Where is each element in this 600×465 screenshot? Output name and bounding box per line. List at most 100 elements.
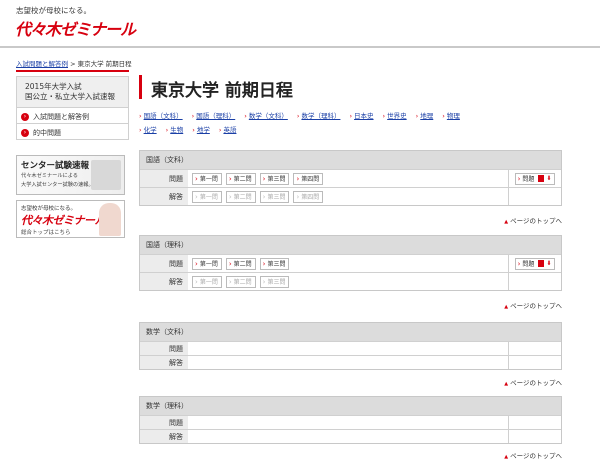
answer-row: 解答 — [140, 429, 561, 443]
problem-button[interactable]: 第四問 — [293, 172, 324, 185]
answer-buttons — [188, 430, 509, 443]
subject-link[interactable]: 世界史 — [383, 109, 407, 123]
subject-link[interactable]: 国語（理科） — [192, 109, 235, 123]
problem-buttons — [188, 416, 509, 429]
arrow-circle-icon: › — [21, 129, 29, 137]
subject-link[interactable]: 国語（文科） — [139, 109, 183, 123]
answer-buttons: 第一問 第二問 第三問 第四問 — [188, 188, 509, 205]
problem-pdf-cell — [509, 342, 561, 355]
section-sugaku-rika: 数学（理科） 問題 解答 — [139, 396, 562, 444]
subject-link[interactable]: 英語 — [219, 123, 236, 137]
problem-row: 問題 第一問 第二問 第三問 第四問 問題 ⬇ — [140, 169, 561, 187]
subject-link[interactable]: 生物 — [166, 123, 183, 137]
problem-row: 問題 — [140, 415, 561, 429]
page-top-link[interactable]: ページのトップへ — [504, 215, 562, 225]
sidebar-item-label: 的中問題 — [33, 129, 61, 137]
subject-link[interactable]: 物理 — [442, 109, 460, 123]
yozemi-top-banner[interactable]: 志望校が母校になる。 代々木ゼミナール 総合トップはこちら — [16, 200, 125, 238]
site-header: 志望校が母校になる。 代々木ゼミナール — [0, 0, 600, 40]
row-label: 問題 — [140, 170, 188, 187]
answer-row: 解答 — [140, 355, 561, 369]
sidebar-heading-line1: 2015年大学入試 — [25, 82, 82, 91]
problem-button[interactable]: 第二問 — [225, 172, 256, 185]
breadcrumb-link[interactable]: 入試問題と解答例 — [16, 60, 68, 68]
arrow-circle-icon: › — [21, 113, 29, 121]
answer-side-cell — [509, 356, 561, 369]
answer-buttons: 第一問 第二問 第三問 — [188, 273, 509, 290]
page-top-link[interactable]: ページのトップへ — [504, 300, 562, 310]
problem-pdf-button[interactable]: 問題 ⬇ — [514, 172, 556, 185]
row-label: 問題 — [140, 255, 188, 272]
pdf-button-label: 問題 — [522, 261, 535, 268]
banner-photo — [91, 160, 121, 190]
problem-buttons: 第一問 第二問 第三問 第四問 — [188, 170, 509, 187]
pdf-button-label: 問題 — [522, 176, 535, 183]
answer-side-cell — [509, 188, 561, 205]
sidebar-item-label: 入試問題と解答例 — [33, 113, 89, 121]
subject-link[interactable]: 地学 — [192, 123, 210, 137]
sidebar: 2015年大学入試 国公立・私立大学入試速報 › 入試問題と解答例 › 的中問題 — [16, 76, 129, 140]
answer-side-cell — [509, 430, 561, 443]
subject-link[interactable]: 数学（文科） — [244, 109, 288, 123]
row-label: 解答 — [140, 188, 188, 205]
problem-button[interactable]: 第二問 — [225, 257, 256, 270]
main-content: 東京大学 前期日程 国語（文科） 国語（理科） 数学（文科） 数学（理科） 日本史世界史… — [139, 72, 562, 460]
center-exam-banner[interactable]: センター試験速報 代々木ゼミナールによる 大学入試センター試験の速報。 — [16, 155, 125, 195]
row-label: 解答 — [140, 356, 188, 369]
breadcrumb-sep: > — [70, 60, 76, 68]
answer-button: 第四問 — [293, 190, 324, 203]
problem-pdf-cell: 問題 ⬇ — [509, 170, 561, 187]
download-icon: ⬇ — [546, 260, 552, 267]
problem-button[interactable]: 第三問 — [259, 257, 290, 270]
pdf-icon — [538, 175, 545, 182]
section-title: 数学（文科） — [140, 323, 561, 341]
row-label: 問題 — [140, 416, 188, 429]
problem-row: 問題 第一問 第二問 第三問 問題 ⬇ — [140, 254, 561, 272]
row-label: 問題 — [140, 342, 188, 355]
page-title: 東京大学 前期日程 — [151, 81, 293, 101]
breadcrumb-current: 東京大学 前期日程 — [77, 60, 132, 68]
subject-link[interactable]: 化学 — [139, 123, 157, 137]
answer-row: 解答 第一問 第二問 第三問 — [140, 272, 561, 290]
page-top-link[interactable]: ページのトップへ — [504, 377, 562, 387]
subject-link[interactable]: 地理 — [416, 109, 433, 123]
header-tagline: 志望校が母校になる。 — [16, 6, 91, 15]
page-title-wrap: 東京大学 前期日程 — [139, 72, 562, 104]
answer-buttons — [188, 356, 509, 369]
answer-button: 第二問 — [225, 275, 256, 288]
subject-link[interactable]: 日本史 — [349, 109, 374, 123]
answer-button: 第二問 — [225, 190, 256, 203]
section-title: 数学（理科） — [140, 397, 561, 415]
sidebar-heading-line2: 国公立・私立大学入試速報 — [25, 92, 115, 101]
answer-button: 第三問 — [259, 190, 290, 203]
section-title: 国語（文科） — [140, 151, 561, 169]
row-label: 解答 — [140, 273, 188, 290]
problem-pdf-cell — [509, 416, 561, 429]
answer-side-cell — [509, 273, 561, 290]
row-label: 解答 — [140, 430, 188, 443]
section-kokugo-bunka: 国語（文科） 問題 第一問 第二問 第三問 第四問 問題 ⬇ 解答 第一問 第二問… — [139, 150, 562, 206]
site-logo[interactable]: 代々木ゼミナール — [15, 16, 136, 40]
sidebar-heading: 2015年大学入試 国公立・私立大学入試速報 — [16, 76, 129, 108]
problem-button[interactable]: 第一問 — [192, 172, 222, 185]
answer-row: 解答 第一問 第二問 第三問 第四問 — [140, 187, 561, 205]
problem-pdf-button[interactable]: 問題 ⬇ — [514, 257, 556, 270]
problem-pdf-cell: 問題 ⬇ — [509, 255, 561, 272]
title-accent-bar — [139, 75, 142, 99]
sidebar-item-exam-answers[interactable]: › 入試問題と解答例 — [16, 108, 129, 124]
problem-buttons — [188, 342, 509, 355]
subject-link[interactable]: 数学（理科） — [297, 109, 340, 123]
answer-button: 第一問 — [192, 275, 222, 288]
breadcrumb: 入試問題と解答例 > 東京大学 前期日程 — [16, 58, 132, 68]
problem-row: 問題 — [140, 341, 561, 355]
header-divider — [0, 46, 600, 48]
problem-button[interactable]: 第三問 — [259, 172, 290, 185]
problem-button[interactable]: 第一問 — [192, 257, 222, 270]
pdf-icon — [538, 260, 545, 267]
sidebar-accent-line — [16, 70, 129, 72]
answer-button: 第一問 — [192, 190, 222, 203]
page-top-link[interactable]: ページのトップへ — [504, 450, 562, 460]
problem-buttons: 第一問 第二問 第三問 — [188, 255, 509, 272]
answer-button: 第三問 — [259, 275, 290, 288]
sidebar-item-hit-questions[interactable]: › 的中問題 — [16, 124, 129, 140]
